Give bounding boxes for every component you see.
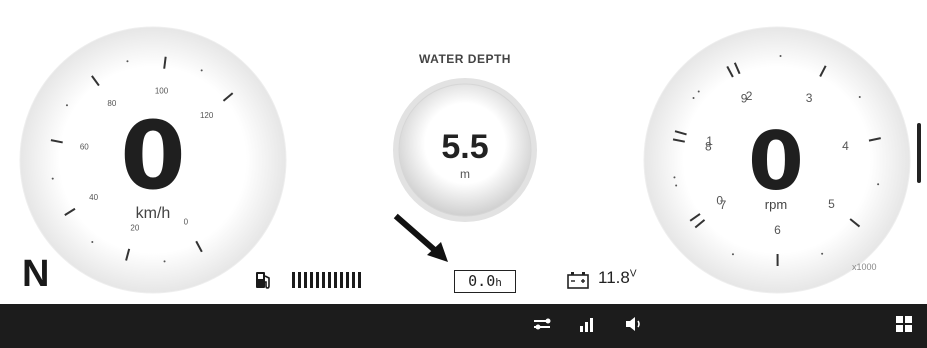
tachometer-minor-tick xyxy=(877,183,880,186)
tachometer-label: 4 xyxy=(842,139,849,153)
tachometer-minor-tick xyxy=(731,253,734,256)
bottom-bar xyxy=(0,304,927,348)
speedometer-label: 80 xyxy=(107,99,116,108)
speedometer-minor-tick xyxy=(91,240,94,243)
battery-voltage-unit: V xyxy=(629,268,637,280)
battery-voltage-value: 11.8 xyxy=(598,268,630,287)
tachometer-minor-tick xyxy=(821,252,824,255)
rpm-value: 0 xyxy=(748,115,804,208)
tachometer-label: 6 xyxy=(774,223,781,237)
side-scroll-handle[interactable] xyxy=(917,123,921,183)
signal-icon[interactable] xyxy=(578,314,598,334)
tachometer-minor-tick xyxy=(779,55,782,58)
fuel-bar-segment xyxy=(322,272,325,288)
volume-icon[interactable] xyxy=(624,314,646,334)
tachometer-label: 3 xyxy=(806,91,813,105)
tachometer-label: 5 xyxy=(828,197,835,211)
fuel-bar-segment xyxy=(316,272,319,288)
engine-hours-unit: h xyxy=(495,276,502,289)
fuel-bar-segment xyxy=(352,272,355,288)
fuel-bar-segment xyxy=(292,272,295,288)
rpm-unit: rpm xyxy=(764,197,788,212)
battery-voltage: 11.8V xyxy=(598,268,637,288)
tachometer-label: 8 xyxy=(705,140,712,154)
speedometer-minor-tick xyxy=(51,177,54,180)
fuel-bar-segment xyxy=(340,272,343,288)
tachometer-minor-tick xyxy=(697,90,700,93)
speedometer-minor-tick xyxy=(126,60,129,63)
speedometer-label: 20 xyxy=(130,223,139,232)
speedometer-label: 40 xyxy=(89,193,98,202)
speed-value: 0 xyxy=(120,102,186,211)
speed-unit: km/h xyxy=(135,205,171,222)
battery-icon xyxy=(567,272,589,289)
speedometer-minor-tick xyxy=(200,69,203,72)
water-depth-title: WATER DEPTH xyxy=(419,52,511,66)
fuel-bar-segment xyxy=(328,272,331,288)
fuel-level-bars xyxy=(292,272,361,288)
speedometer-label: 120 xyxy=(200,111,214,120)
fuel-bar-segment xyxy=(346,272,349,288)
gear-indicator: N xyxy=(22,253,50,295)
fuel-bar-segment xyxy=(298,272,301,288)
water-depth-unit: m xyxy=(460,167,470,181)
fuel-pump-icon xyxy=(256,272,270,289)
fuel-bar-segment xyxy=(334,272,337,288)
speedometer-minor-tick xyxy=(65,104,68,107)
tachometer-minor-tick xyxy=(858,96,861,99)
tachometer-minor-tick xyxy=(675,184,678,187)
trim-icon[interactable] xyxy=(532,314,554,334)
water-depth-value: 5.5 xyxy=(441,128,489,166)
tachometer-label: 9 xyxy=(741,91,748,105)
tachometer-minor-tick xyxy=(692,96,695,99)
speedometer-label: 60 xyxy=(80,142,89,151)
fuel-bar-segment xyxy=(310,272,313,288)
tachometer-minor-tick xyxy=(673,176,676,179)
pointer-arrow xyxy=(393,213,448,262)
speedometer-minor-tick xyxy=(163,260,166,263)
speedometer-label: 100 xyxy=(155,86,169,95)
tachometer-label: 7 xyxy=(720,198,727,212)
fuel-bar-segment xyxy=(304,272,307,288)
rpm-multiplier: x1000 xyxy=(852,262,877,272)
fuel-bar-segment xyxy=(358,272,361,288)
engine-hours-display: 0.0h xyxy=(454,270,516,293)
engine-hours-value: 0.0 xyxy=(468,272,496,290)
apps-grid-icon[interactable] xyxy=(894,314,914,334)
